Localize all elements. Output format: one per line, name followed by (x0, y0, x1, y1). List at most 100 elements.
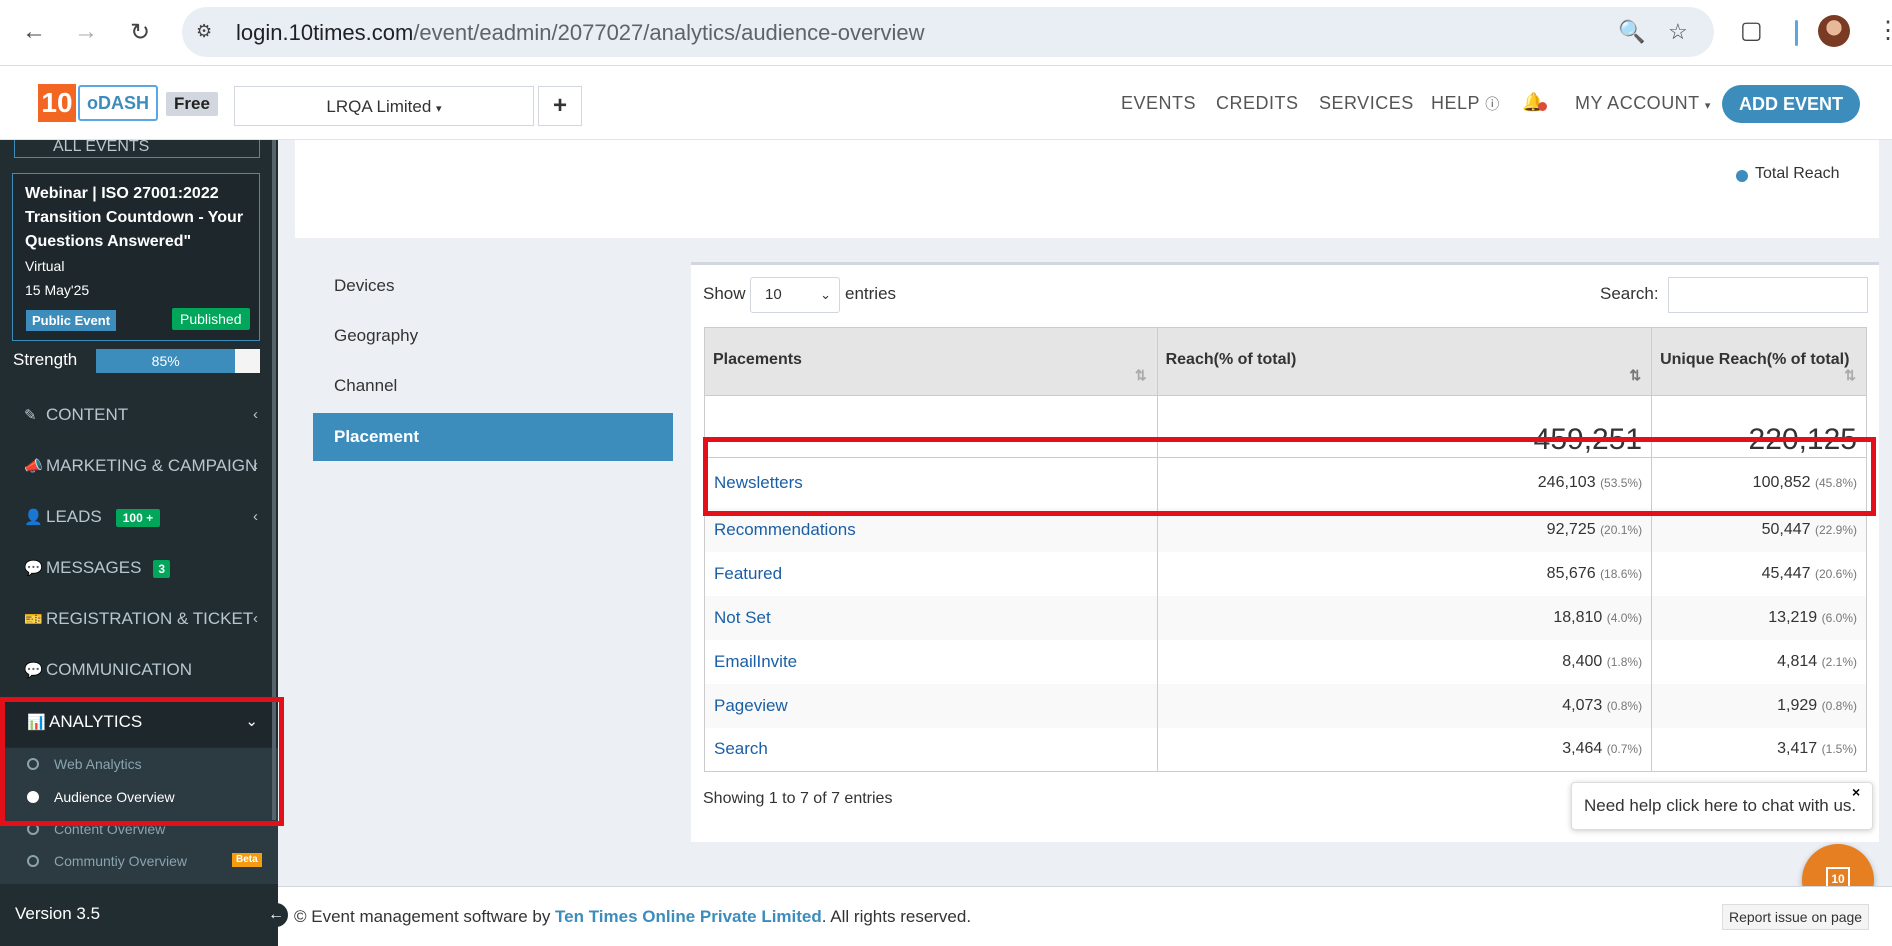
reach-cell: 4,073 (0.8%) (1156, 683, 1653, 728)
help-circle-icon: ⓘ (1485, 96, 1500, 112)
zoom-icon[interactable]: 🔍 (1618, 19, 1645, 45)
total-unique-reach: 220,125 (1651, 395, 1867, 458)
chevron-down-icon: ⌄ (820, 287, 831, 302)
organization-select[interactable]: LRQA Limited ▾ (234, 86, 534, 126)
toolbar-divider (1795, 20, 1798, 46)
placement-link[interactable]: Pageview (704, 683, 1158, 728)
circle-filled-icon (27, 791, 39, 803)
chevron-left-icon: ‹ (253, 508, 258, 525)
placement-link[interactable]: Search (704, 727, 1158, 772)
unique-reach-cell: 1,929 (0.8%) (1651, 683, 1867, 728)
comments-icon: 💬 (24, 662, 43, 679)
bookmark-star-icon[interactable]: ☆ (1668, 19, 1688, 45)
placement-link[interactable]: EmailInvite (704, 639, 1158, 684)
submenu-community-overview[interactable]: Communtiy Overview Beta (0, 845, 278, 877)
nav-help[interactable]: HELP ⓘ (1431, 93, 1500, 114)
submenu-content-overview[interactable]: Content Overview (0, 813, 278, 845)
nav-events[interactable]: EVENTS (1121, 93, 1196, 114)
reload-icon[interactable]: ↻ (124, 16, 156, 48)
menu-messages[interactable]: 💬 MESSAGES 3 (0, 543, 278, 593)
url-text: login.10times.com/event/eadmin/2077027/a… (236, 20, 925, 45)
placement-link[interactable]: Featured (704, 551, 1158, 596)
caret-down-icon: ▾ (1704, 100, 1711, 112)
reach-cell: 8,400 (1.8%) (1156, 639, 1653, 684)
submenu-audience-overview[interactable]: Audience Overview (0, 781, 278, 813)
company-link[interactable]: Ten Times Online Private Limited (555, 907, 822, 926)
placement-link[interactable]: Newsletters (704, 457, 1158, 508)
column-header-unique-reach[interactable]: Unique Reach(% of total) ⇅ (1651, 327, 1867, 396)
placements-table: Placements ⇅ Reach(% of total) ⇅ Unique Re… (704, 327, 1867, 772)
placement-link[interactable]: Not Set (704, 595, 1158, 640)
extensions-icon[interactable]: ▢ (1740, 16, 1763, 45)
sort-icon: ⇅ (1134, 367, 1147, 383)
address-bar[interactable]: ⚙ login.10times.com/event/eadmin/2077027… (182, 7, 1714, 57)
sidebar: ALL EVENTS Webinar | ISO 27001:2022 Tran… (0, 140, 278, 946)
chat-tooltip[interactable]: Need help click here to chat with us. (1571, 782, 1873, 830)
chevron-left-icon: ‹ (253, 610, 258, 627)
user-plus-icon: 👤 (24, 509, 43, 526)
logo-mark[interactable]: 10 (38, 84, 76, 122)
unique-reach-cell: 3,417 (1.5%) (1651, 727, 1867, 772)
beta-badge: Beta (232, 853, 262, 867)
tab-channel[interactable]: Channel (334, 376, 397, 396)
nav-services[interactable]: SERVICES (1319, 93, 1414, 114)
forward-icon[interactable]: → (70, 16, 102, 48)
collapse-sidebar-icon[interactable]: ← (264, 903, 288, 927)
menu-analytics[interactable]: 📊 ANALYTICS ⌄ (0, 697, 278, 747)
sidebar-scrollbar[interactable] (272, 140, 276, 820)
comments-icon: 💬 (24, 560, 43, 577)
sort-desc-icon: ⇅ (1629, 367, 1642, 383)
tab-devices[interactable]: Devices (334, 276, 394, 296)
menu-marketing-campaign[interactable]: 📣 MARKETING & CAMPAIGN ‹ (0, 441, 278, 491)
reach-cell: 85,676 (18.6%) (1156, 551, 1653, 596)
logo-text[interactable]: oDASH (78, 85, 158, 121)
totals-row: 459,251 220,125 (704, 395, 1867, 458)
menu-communication[interactable]: 💬 COMMUNICATION (0, 645, 278, 695)
profile-avatar[interactable] (1818, 15, 1850, 47)
reach-cell: 246,103 (53.5%) (1156, 457, 1653, 508)
submenu-web-analytics[interactable]: Web Analytics (0, 748, 278, 780)
edit-icon: ✎ (24, 407, 37, 424)
chevron-left-icon: ‹ (253, 406, 258, 423)
unique-reach-cell: 100,852 (45.8%) (1651, 457, 1867, 508)
table-row: Newsletters 246,103 (53.5%) 100,852 (45.… (704, 457, 1867, 508)
site-info-icon[interactable]: ⚙ (196, 21, 218, 43)
close-icon[interactable]: × (1852, 784, 1860, 800)
strength-progress-fill: 85% (96, 349, 236, 373)
messages-count-badge: 3 (153, 559, 171, 578)
table-row: Not Set 18,810 (4.0%) 13,219 (6.0%) (704, 595, 1867, 640)
report-issue-button[interactable]: Report issue on page (1722, 904, 1870, 930)
add-organization-button[interactable]: + (538, 86, 582, 126)
event-type-badge: Public Event (26, 310, 117, 331)
reach-cell: 18,810 (4.0%) (1156, 595, 1653, 640)
chart-panel (295, 140, 1879, 238)
circle-icon (27, 855, 39, 867)
version-label: Version 3.5 (15, 904, 101, 923)
menu-content[interactable]: ✎ CONTENT ‹ (0, 390, 278, 440)
nav-credits[interactable]: CREDITS (1216, 93, 1299, 114)
show-label: Show (703, 284, 746, 303)
app-header: 10 oDASH Free LRQA Limited ▾ + EVENTS CR… (0, 66, 1892, 140)
tab-geography[interactable]: Geography (334, 326, 418, 346)
browser-menu-icon[interactable]: ⋮ (1876, 16, 1892, 45)
legend-label[interactable]: Total Reach (1755, 165, 1840, 183)
tab-placement[interactable]: Placement (313, 413, 673, 461)
back-icon[interactable]: ← (18, 16, 50, 48)
search-input[interactable] (1668, 277, 1868, 313)
menu-leads[interactable]: 👤 LEADS 100 + ‹ (0, 492, 278, 542)
page-size-select[interactable]: 10 ⌄ (750, 277, 840, 313)
unique-reach-cell: 45,447 (20.6%) (1651, 551, 1867, 596)
add-event-button[interactable]: ADD EVENT (1722, 85, 1860, 123)
circle-icon (27, 758, 39, 770)
entries-label: entries (845, 284, 897, 303)
menu-registration-ticket[interactable]: 🎫 REGISTRATION & TICKET ‹ (0, 594, 278, 644)
all-events-link[interactable]: ALL EVENTS (14, 140, 260, 158)
search-label: Search: (1600, 284, 1659, 303)
strength-progress-bar: 85% (96, 349, 260, 373)
column-header-placements[interactable]: Placements ⇅ (704, 327, 1158, 396)
browser-toolbar: ← → ↻ ⚙ login.10times.com/event/eadmin/2… (0, 0, 1892, 66)
nav-my-account[interactable]: MY ACCOUNT ▾ (1575, 93, 1711, 114)
unique-reach-cell: 50,447 (22.9%) (1651, 507, 1867, 552)
placement-link[interactable]: Recommendations (704, 507, 1158, 552)
column-header-reach[interactable]: Reach(% of total) ⇅ (1156, 327, 1653, 396)
